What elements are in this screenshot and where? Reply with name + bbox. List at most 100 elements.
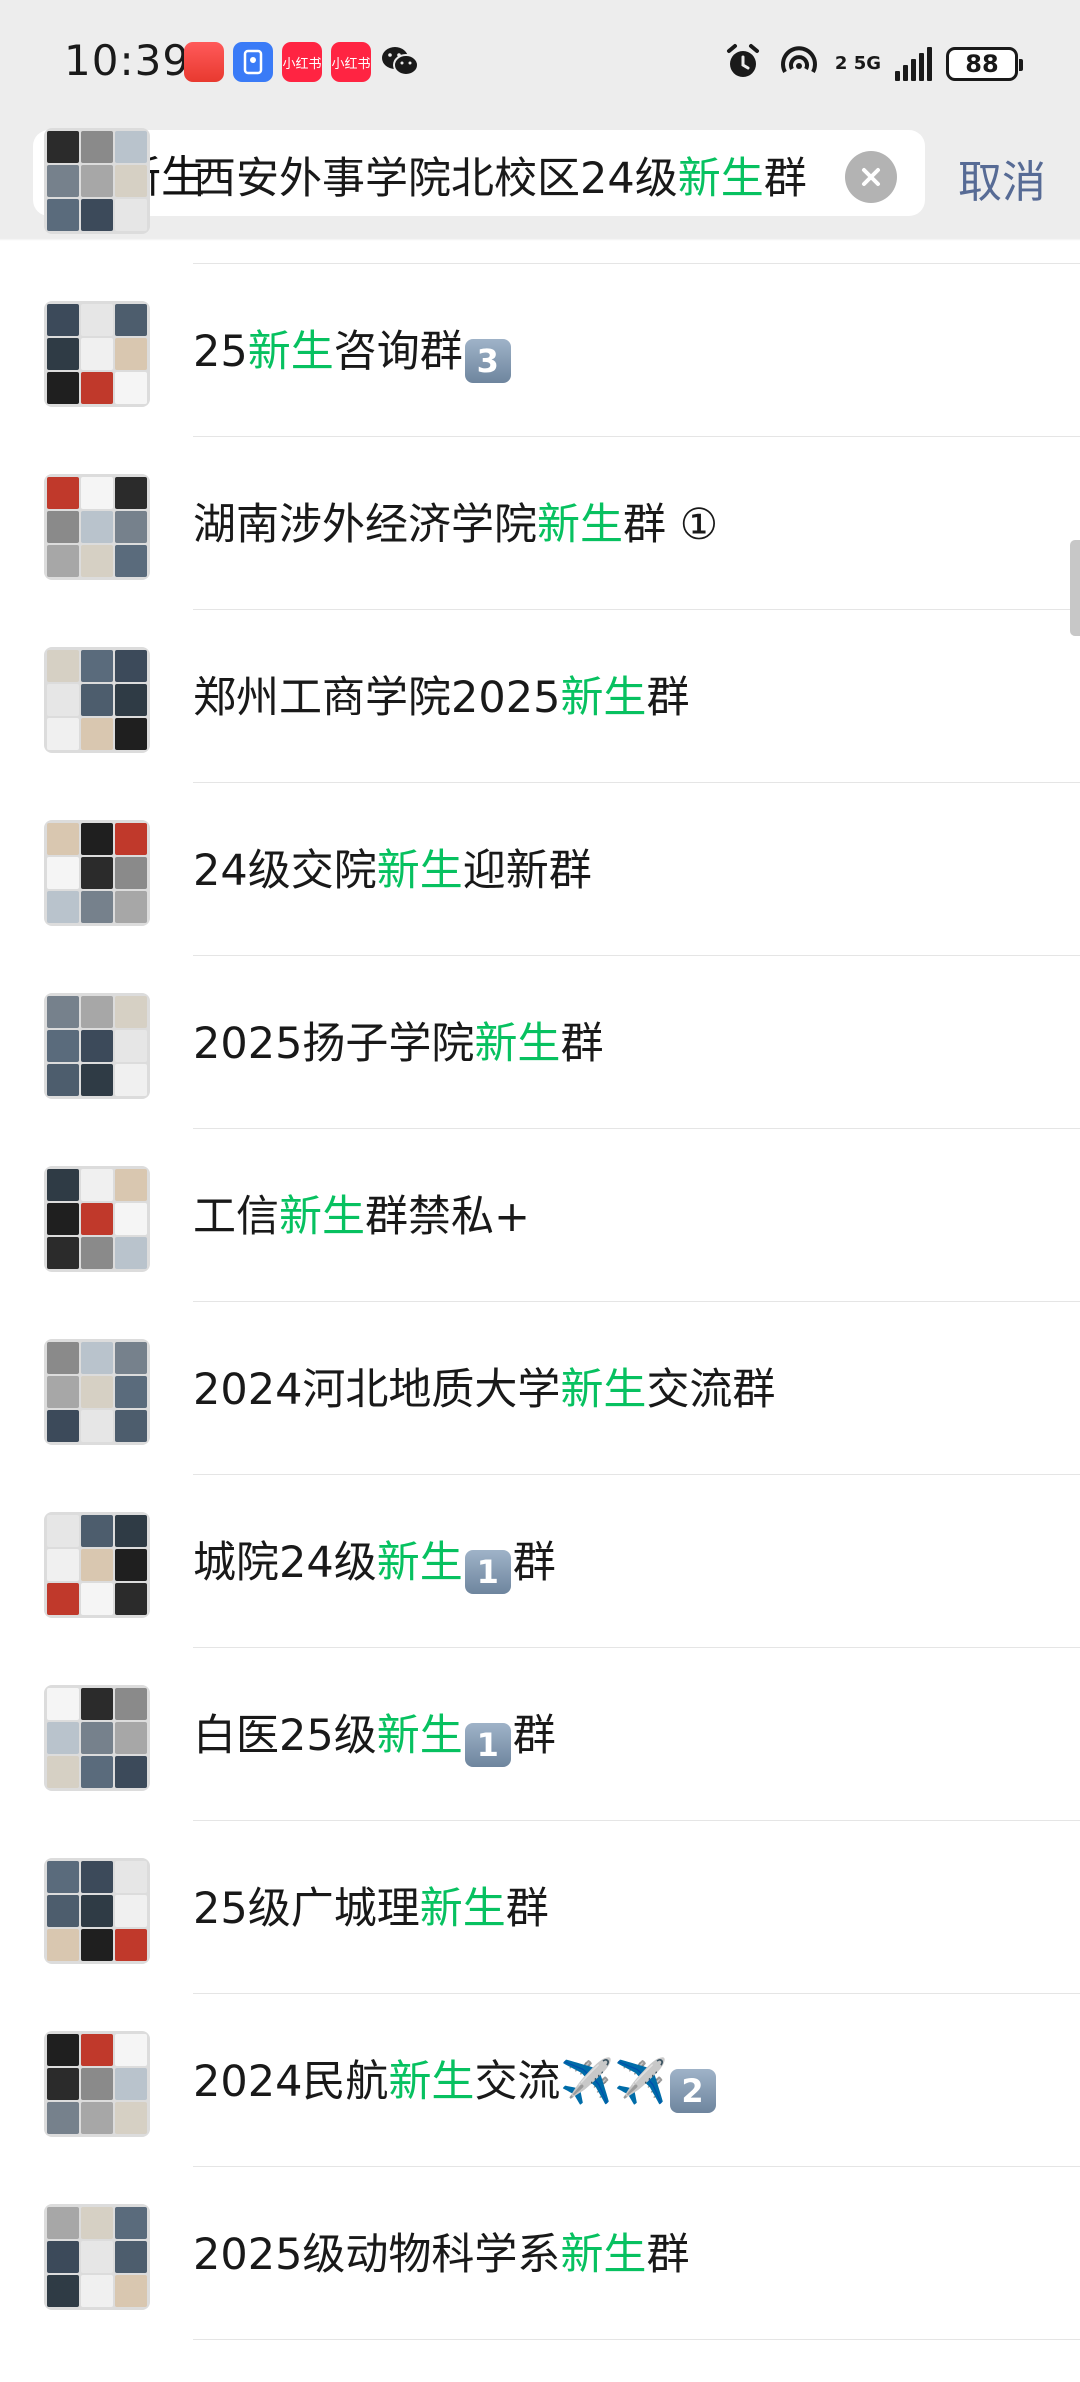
group-name-text: 郑州工商学院2025: [193, 673, 561, 723]
group-name-text: 群: [512, 1711, 556, 1761]
group-name: 24级交院新生迎新群: [193, 845, 592, 897]
group-name: 2024河北地质大学新生交流群: [193, 1364, 775, 1416]
app-notification-icon: [233, 42, 273, 82]
search-highlight: 新生: [419, 1884, 506, 1934]
group-avatar: [44, 1858, 150, 1964]
group-name-text: 白医25级: [193, 1711, 377, 1761]
group-name-text: 2024河北地质大学: [193, 1365, 561, 1415]
alarm-icon: [723, 42, 763, 86]
network-type: 2 5G: [835, 55, 881, 73]
wechat-icon: [380, 42, 420, 82]
group-name-text: 2024民航: [193, 2057, 389, 2107]
group-name-text: 城院24级: [193, 1538, 377, 1588]
group-name-text: 工信: [193, 1192, 279, 1242]
group-name: 西安外事学院北校区24级新生群: [193, 153, 807, 205]
group-name: 湖南涉外经济学院新生群 ①: [193, 499, 718, 551]
list-item[interactable]: 郑州工商学院2025新生群: [0, 610, 1080, 783]
group-name-text: 群: [646, 673, 690, 723]
search-highlight: 新生: [560, 1365, 647, 1415]
group-name-text: 2025级动物科学系: [193, 2230, 561, 2280]
list-item[interactable]: 24级交院新生迎新群: [0, 783, 1080, 956]
group-name: 25级广城理新生群: [193, 1883, 549, 1935]
keycap-badge: 2: [669, 2069, 716, 2113]
group-name-text: 群禁私+: [365, 1192, 531, 1242]
group-avatar: [44, 1685, 150, 1791]
group-avatar: [44, 128, 150, 234]
group-name-text: 群: [646, 2230, 690, 2280]
group-avatar: [44, 1339, 150, 1445]
search-highlight: 新生: [560, 2230, 647, 2280]
header-divider: [0, 238, 1080, 241]
app-icon-label: 小红书: [331, 56, 371, 72]
group-name-text: 群 ①: [623, 500, 719, 550]
group-name-text: 25级广城理: [193, 1884, 420, 1934]
network-label: 5G: [853, 53, 881, 74]
group-name-text: 交流群: [646, 1365, 776, 1415]
group-name-text: 西安外事学院北校区24级: [193, 154, 678, 204]
search-highlight: 新生: [376, 846, 463, 896]
group-avatar: [44, 1512, 150, 1618]
list-item[interactable]: 2025级动物科学系新生群: [0, 2167, 1080, 2340]
search-highlight: 新生: [474, 1019, 561, 1069]
search-results-list[interactable]: 西安外事学院北校区24级新生群 25新生咨询群 3 湖南涉外经济学院新生群 ① 郑州工商…: [0, 91, 1080, 2340]
group-name-text: 迎新群: [462, 846, 592, 896]
list-item[interactable]: 25级广城理新生群: [0, 1821, 1080, 1994]
status-indicators: 2 5G 88: [723, 42, 1023, 86]
list-item[interactable]: 25新生咨询群 3: [0, 264, 1080, 437]
app-icon-label: 小红书: [282, 56, 322, 72]
keycap-badge: 1: [464, 1723, 511, 1767]
search-highlight: 新生: [388, 2057, 475, 2107]
battery-level: 88: [965, 50, 999, 78]
search-highlight: 新生: [537, 500, 623, 550]
search-highlight: 新生: [376, 1538, 463, 1588]
group-name-text: 群: [560, 1019, 604, 1069]
group-name-text: 群: [512, 1538, 556, 1588]
status-time: 10:39: [64, 36, 191, 85]
group-name: 2025扬子学院新生群: [193, 1018, 603, 1070]
group-name-text: 群: [505, 1884, 549, 1934]
search-highlight: 新生: [560, 673, 647, 723]
scrollbar[interactable]: [1070, 540, 1080, 636]
group-name-text: 2025扬子学院: [193, 1019, 475, 1069]
group-name: 工信新生群禁私+: [193, 1191, 530, 1243]
group-name: 2024民航新生交流✈️✈️ 2: [193, 2056, 718, 2113]
group-name: 2025级动物科学系新生群: [193, 2229, 689, 2281]
group-name: 郑州工商学院2025新生群: [193, 672, 689, 724]
list-item[interactable]: 白医25级新生 1 群: [0, 1648, 1080, 1821]
list-item[interactable]: 2024河北地质大学新生交流群: [0, 1302, 1080, 1475]
search-highlight: 新生: [376, 1711, 463, 1761]
group-avatar: [44, 820, 150, 926]
xiaohongshu-icon: 小红书: [331, 42, 371, 82]
search-highlight: 新生: [279, 1192, 365, 1242]
list-item[interactable]: 2024民航新生交流✈️✈️ 2: [0, 1994, 1080, 2167]
group-name-text: 24级交院: [193, 846, 377, 896]
list-item[interactable]: 工信新生群禁私+: [0, 1129, 1080, 1302]
group-name-text: 湖南涉外经济学院: [193, 500, 537, 550]
group-name: 25新生咨询群 3: [193, 326, 513, 383]
group-avatar: [44, 474, 150, 580]
group-name-text: 交流✈️✈️: [474, 2057, 668, 2107]
list-item[interactable]: 2025扬子学院新生群: [0, 956, 1080, 1129]
search-highlight: 新生: [677, 154, 764, 204]
battery-icon: 88: [946, 47, 1023, 81]
list-item[interactable]: 湖南涉外经济学院新生群 ①: [0, 437, 1080, 610]
group-avatar: [44, 993, 150, 1099]
group-name-text: 群: [763, 154, 807, 204]
search-highlight: 新生: [247, 327, 334, 377]
group-name-text: 咨询群: [333, 327, 463, 377]
app-notification-icon: [184, 42, 224, 82]
group-name: 城院24级新生 1 群: [193, 1537, 556, 1594]
xiaohongshu-icon: 小红书: [282, 42, 322, 82]
sim-indicator: 2: [834, 53, 848, 74]
signal-icon: [895, 47, 932, 81]
group-avatar: [44, 301, 150, 407]
group-name-text: 25: [193, 327, 248, 377]
group-avatar: [44, 2204, 150, 2310]
keycap-badge: 3: [464, 339, 511, 383]
group-avatar: [44, 2031, 150, 2137]
group-avatar: [44, 647, 150, 753]
list-item[interactable]: 城院24级新生 1 群: [0, 1475, 1080, 1648]
hotspot-icon: [777, 42, 821, 86]
divider: [193, 2339, 1080, 2340]
keycap-badge: 1: [464, 1550, 511, 1594]
